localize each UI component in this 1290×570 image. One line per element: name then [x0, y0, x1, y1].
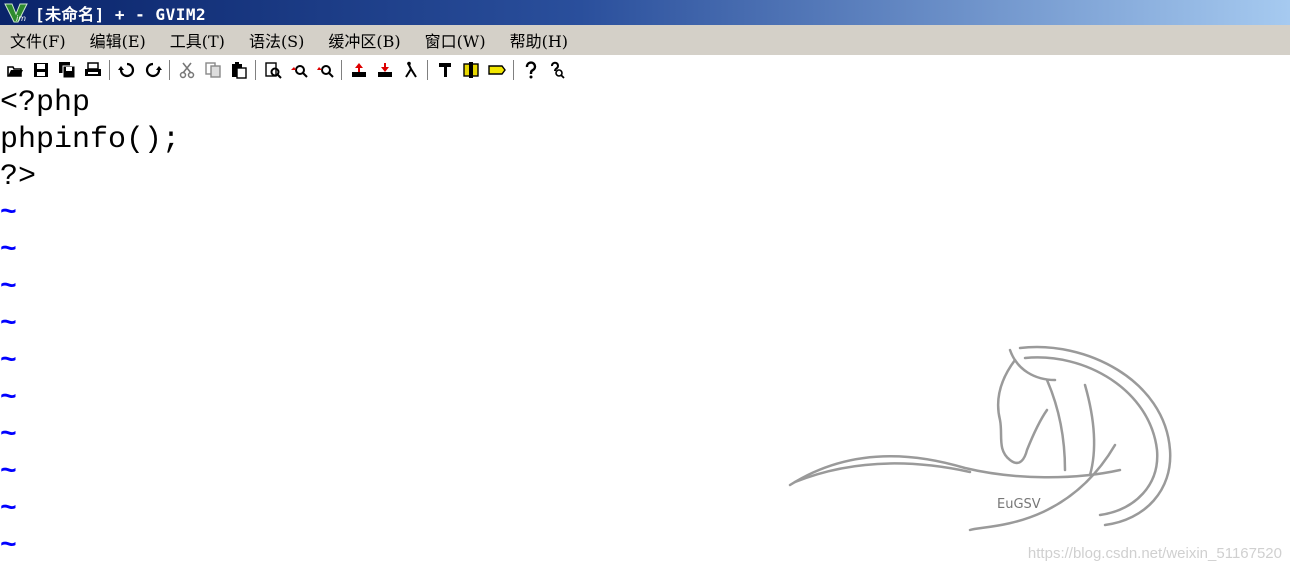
empty-line-marker: ~ [0, 198, 17, 229]
menu-edit[interactable]: 编辑(E) [90, 28, 146, 52]
horse-logo-label: EuGSV [997, 497, 1041, 512]
menu-bar: 文件(F) 编辑(E) 工具(T) 语法(S) 缓冲区(B) 窗口(W) 帮助(… [0, 25, 1290, 56]
svg-text:im: im [16, 14, 26, 23]
empty-line-marker: ~ [0, 494, 17, 525]
empty-line-marker: ~ [0, 383, 17, 414]
menu-buffers[interactable]: 缓冲区(B) [328, 28, 400, 52]
window-title: [未命名] + - GVIM2 [35, 4, 207, 24]
toolbar-separator [255, 60, 257, 80]
find-help-icon[interactable] [544, 58, 570, 82]
find-next-icon[interactable] [286, 58, 312, 82]
menu-file[interactable]: 文件(F) [10, 28, 66, 52]
toolbar-separator [169, 60, 171, 80]
print-icon[interactable] [80, 58, 106, 82]
title-bar: im [未命名] + - GVIM2 [0, 0, 1290, 25]
make-icon[interactable] [432, 58, 458, 82]
toolbar-separator [513, 60, 515, 80]
toolbar [0, 56, 1290, 84]
copy-icon[interactable] [200, 58, 226, 82]
save-all-icon[interactable] [54, 58, 80, 82]
run-script-icon[interactable] [398, 58, 424, 82]
empty-line-marker: ~ [0, 272, 17, 303]
horse-logo-icon: EuGSV [785, 340, 1185, 544]
menu-window[interactable]: 窗口(W) [425, 28, 486, 52]
redo-icon[interactable] [140, 58, 166, 82]
shell-icon[interactable] [458, 58, 484, 82]
find-prev-icon[interactable] [312, 58, 338, 82]
empty-line-marker: ~ [0, 457, 17, 488]
watermark-text: https://blog.csdn.net/weixin_51167520 [1027, 545, 1282, 562]
cut-icon[interactable] [174, 58, 200, 82]
tags-icon[interactable] [484, 58, 510, 82]
paste-icon[interactable] [226, 58, 252, 82]
empty-line-marker: ~ [0, 235, 17, 266]
vim-logo-icon: im [3, 2, 29, 24]
menu-syntax[interactable]: 语法(S) [249, 28, 304, 52]
undo-icon[interactable] [114, 58, 140, 82]
find-icon[interactable] [260, 58, 286, 82]
code-line[interactable]: <?php [0, 85, 90, 121]
empty-line-marker: ~ [0, 309, 17, 340]
toolbar-separator [427, 60, 429, 80]
save-session-icon[interactable] [372, 58, 398, 82]
code-line[interactable]: ?> [0, 159, 36, 195]
toolbar-separator [341, 60, 343, 80]
editor-area[interactable]: <?php phpinfo(); ?> ~ ~ ~ ~ ~ ~ ~ ~ ~ ~ … [0, 85, 1290, 570]
empty-line-marker: ~ [0, 346, 17, 377]
help-icon[interactable] [518, 58, 544, 82]
menu-tools[interactable]: 工具(T) [170, 28, 225, 52]
open-icon[interactable] [2, 58, 28, 82]
empty-line-marker: ~ [0, 531, 17, 562]
code-line[interactable]: phpinfo(); [0, 122, 180, 158]
toolbar-separator [109, 60, 111, 80]
empty-line-marker: ~ [0, 420, 17, 451]
menu-help[interactable]: 帮助(H) [510, 28, 568, 52]
load-session-icon[interactable] [346, 58, 372, 82]
save-icon[interactable] [28, 58, 54, 82]
